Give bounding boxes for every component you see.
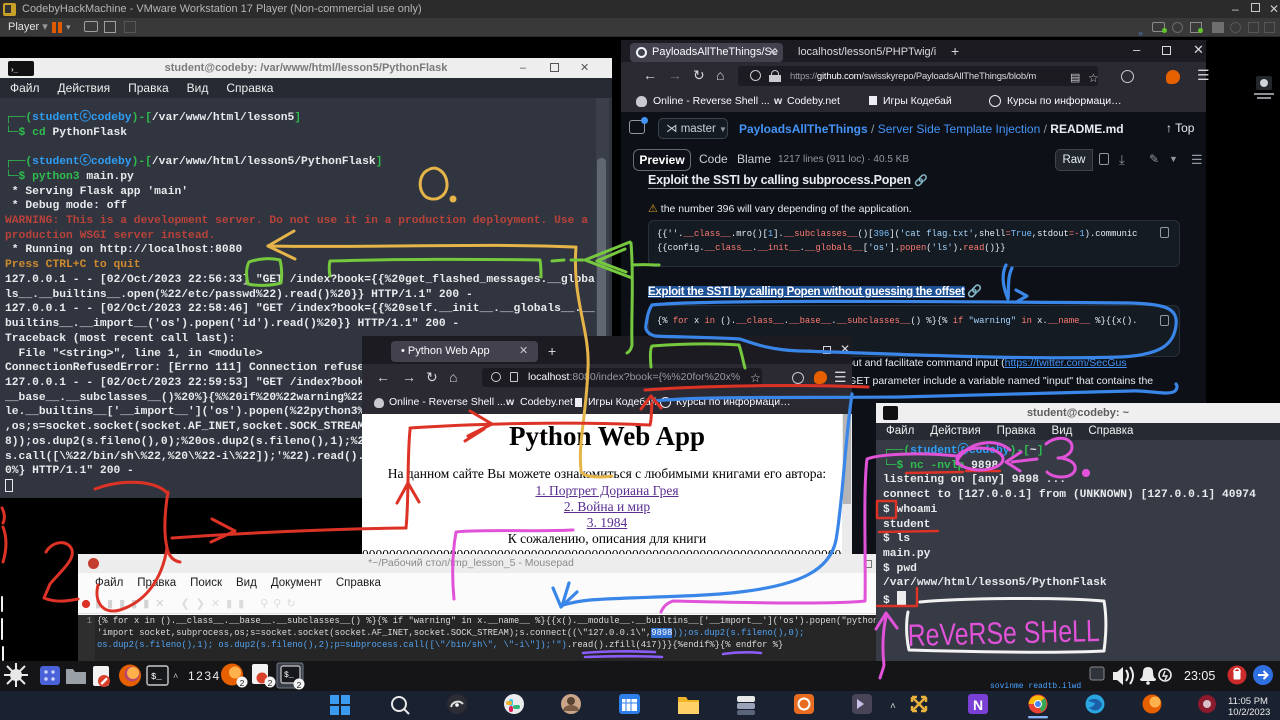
svg-text:23:05: 23:05: [1184, 669, 1215, 683]
svg-text:1234: 1234: [188, 669, 221, 683]
svg-text:2: 2: [297, 680, 302, 690]
svg-text:˄: ˄: [890, 701, 896, 712]
svg-text:2: 2: [240, 678, 245, 688]
svg-text:11:05 PM: 11:05 PM: [1228, 696, 1268, 707]
svg-text:˄: ˄: [173, 671, 178, 681]
svg-text:$_: $_: [151, 672, 162, 682]
svg-text:2: 2: [268, 678, 273, 688]
svg-text:$_: $_: [284, 671, 294, 680]
svg-text:N: N: [973, 697, 983, 713]
svg-text:10/2/2023: 10/2/2023: [1228, 707, 1270, 718]
